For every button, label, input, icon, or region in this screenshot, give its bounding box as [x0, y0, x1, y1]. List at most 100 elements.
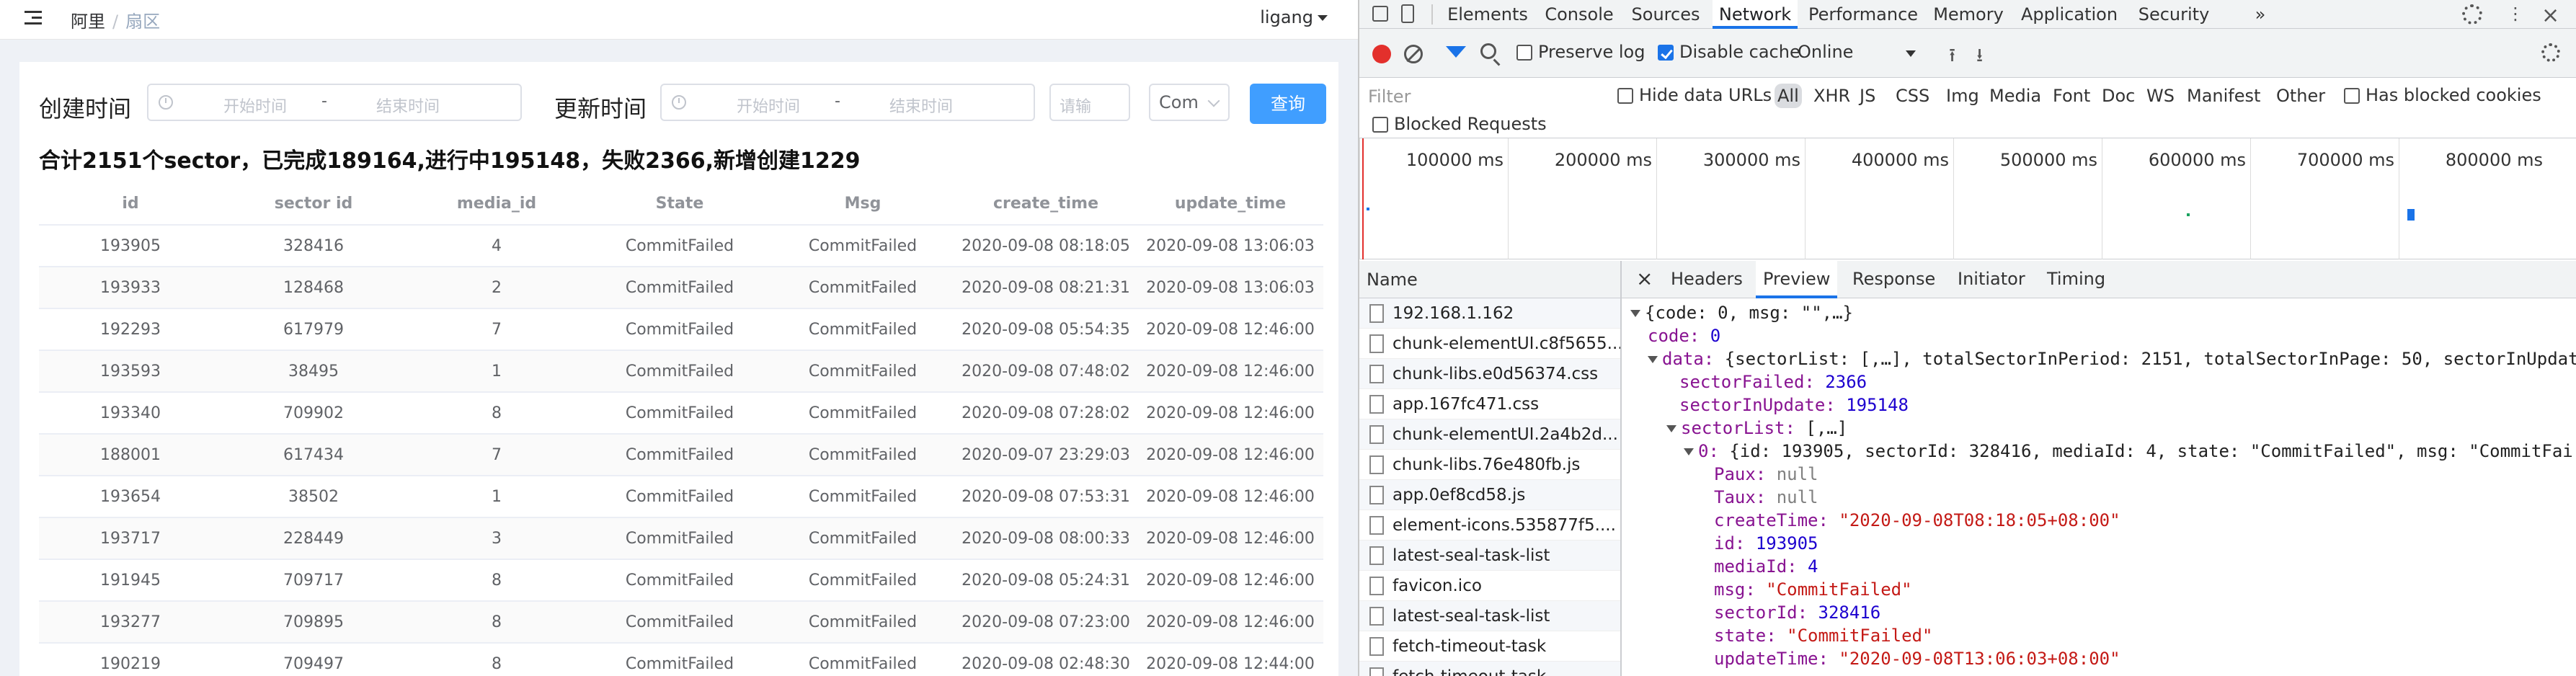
- timeline-tick: 100000 ms: [1359, 138, 1508, 259]
- state-select[interactable]: Com: [1149, 84, 1230, 121]
- type-filter-xhr[interactable]: XHR: [1811, 84, 1853, 108]
- tab-application[interactable]: Application: [2015, 0, 2123, 29]
- request-row[interactable]: 192.168.1.162: [1359, 298, 1620, 329]
- tab-timing[interactable]: Timing: [2047, 261, 2105, 298]
- request-row[interactable]: chunk-libs.76e480fb.js: [1359, 450, 1620, 480]
- json-line[interactable]: sectorList: [,…]: [1666, 417, 1847, 440]
- table-row[interactable]: 193717 228449 3 CommitFailed CommitFailed 202…: [39, 517, 1323, 560]
- cell-msg: CommitFailed: [771, 476, 954, 518]
- close-detail-icon[interactable]: ×: [1636, 261, 1653, 298]
- request-row[interactable]: fetch-timeout-task: [1359, 631, 1620, 662]
- table-row[interactable]: 193277 709895 8 CommitFailed CommitFailed 202…: [39, 601, 1323, 644]
- tab-console[interactable]: Console: [1540, 0, 1619, 29]
- network-settings-gear-icon[interactable]: [2541, 43, 2560, 62]
- tab-memory[interactable]: Memory: [1929, 0, 2008, 29]
- table-row[interactable]: 190219 709497 8 CommitFailed CommitFailed 202…: [39, 643, 1323, 676]
- kebab-menu-icon[interactable]: ⋮: [2507, 5, 2524, 22]
- request-row[interactable]: app.0ef8cd58.js: [1359, 480, 1620, 510]
- col-header-id[interactable]: id: [39, 183, 222, 226]
- clear-icon[interactable]: [1404, 45, 1423, 63]
- type-filter-css[interactable]: CSS: [1893, 84, 1932, 108]
- type-filter-doc[interactable]: Doc: [2099, 84, 2138, 108]
- cell-state: CommitFailed: [588, 601, 771, 644]
- clock-icon: [159, 95, 173, 110]
- col-header-media-id[interactable]: media_id: [405, 183, 588, 226]
- record-icon[interactable]: [1372, 45, 1391, 63]
- tab-initiator[interactable]: Initiator: [1958, 261, 2025, 298]
- throttle-select[interactable]: Online: [1798, 42, 1853, 62]
- blocked-requests-checkbox[interactable]: [1372, 117, 1388, 133]
- type-filter-js[interactable]: JS: [1857, 84, 1878, 108]
- settings-gear-icon[interactable]: [2462, 4, 2482, 25]
- cell-state: CommitFailed: [588, 434, 771, 476]
- user-menu[interactable]: ligang: [1260, 7, 1328, 27]
- preserve-log-checkbox[interactable]: [1516, 45, 1532, 61]
- tab-performance[interactable]: Performance: [1805, 0, 1922, 29]
- name-column-header[interactable]: Name: [1359, 261, 1620, 298]
- updated-time-range[interactable]: 开始时间 - 结束时间: [660, 84, 1035, 121]
- table-row[interactable]: 193933 128468 2 CommitFailed CommitFailed 202…: [39, 267, 1323, 309]
- type-filter-other[interactable]: Other: [2273, 84, 2328, 108]
- type-filter-font[interactable]: Font: [2050, 84, 2093, 108]
- type-filter-manifest[interactable]: Manifest: [2184, 84, 2263, 108]
- file-icon: [1369, 395, 1384, 414]
- sector-admin-app: 阿里 / 扇区 ligang 创建时间 开始时间 - 结束时间 更新时间 开始时间 …: [0, 0, 1358, 676]
- network-timeline-overview[interactable]: 100000 ms 200000 ms 300000 ms 400000 ms …: [1359, 138, 2576, 259]
- tab-sources[interactable]: Sources: [1626, 0, 1705, 29]
- expand-triangle-icon: [1630, 310, 1640, 317]
- breadcrumb-home[interactable]: 阿里: [71, 12, 105, 32]
- inspect-element-icon[interactable]: [1372, 6, 1388, 22]
- request-row[interactable]: chunk-libs.e0d56374.css: [1359, 359, 1620, 389]
- has-blocked-cookies-checkbox[interactable]: [2344, 88, 2360, 104]
- disable-cache-checkbox[interactable]: [1658, 45, 1674, 61]
- tab-elements[interactable]: Elements: [1444, 0, 1531, 29]
- request-row[interactable]: fetch-timeout-task: [1359, 662, 1620, 676]
- keyword-input[interactable]: 请输: [1049, 84, 1130, 121]
- filter-input[interactable]: Filter: [1368, 84, 1597, 108]
- hide-data-urls-checkbox[interactable]: [1617, 88, 1633, 104]
- filter-funnel-icon[interactable]: [1446, 46, 1466, 58]
- request-row[interactable]: chunk-elementUI.c8f5655...: [1359, 329, 1620, 359]
- hamburger-menu-icon[interactable]: [25, 11, 42, 27]
- request-row[interactable]: latest-seal-task-list: [1359, 601, 1620, 631]
- table-row[interactable]: 193905 328416 4 CommitFailed CommitFailed 202…: [39, 225, 1323, 267]
- table-row[interactable]: 193340 709902 8 CommitFailed CommitFailed 202…: [39, 392, 1323, 435]
- col-header-state[interactable]: State: [588, 183, 771, 226]
- request-row[interactable]: latest-seal-task-list: [1359, 541, 1620, 571]
- tab-preview[interactable]: Preview: [1756, 261, 1838, 298]
- tab-security[interactable]: Security: [2131, 0, 2217, 29]
- table-row[interactable]: 193654 38502 1 CommitFailed CommitFailed 2020…: [39, 476, 1323, 518]
- tab-headers[interactable]: Headers: [1671, 261, 1743, 298]
- json-line[interactable]: data: {sectorList: [,…], totalSectorInPe…: [1648, 347, 2576, 370]
- export-har-icon[interactable]: ⭳: [1976, 42, 1983, 74]
- table-row[interactable]: 188001 617434 7 CommitFailed CommitFailed 202…: [39, 434, 1323, 476]
- col-header-update-time[interactable]: update_time: [1137, 183, 1323, 226]
- type-filter-ws[interactable]: WS: [2144, 84, 2177, 108]
- col-header-sector-id[interactable]: sector id: [222, 183, 405, 226]
- preserve-log-label: Preserve log: [1538, 42, 1645, 62]
- device-toolbar-icon[interactable]: [1401, 4, 1414, 23]
- request-row[interactable]: element-icons.535877f5....: [1359, 510, 1620, 541]
- table-row[interactable]: 192293 617979 7 CommitFailed CommitFailed 202…: [39, 308, 1323, 351]
- table-row[interactable]: 191945 709717 8 CommitFailed CommitFailed 202…: [39, 559, 1323, 602]
- type-filter-img[interactable]: Img: [1943, 84, 1982, 108]
- request-row[interactable]: app.167fc471.css: [1359, 389, 1620, 419]
- col-header-create-time[interactable]: create_time: [954, 183, 1137, 226]
- import-har-icon[interactable]: ⭱: [1949, 42, 1955, 74]
- table-row[interactable]: 193593 38495 1 CommitFailed CommitFailed 2020…: [39, 350, 1323, 393]
- col-header-msg[interactable]: Msg: [771, 183, 954, 226]
- close-devtools-icon[interactable]: ×: [2541, 3, 2559, 28]
- tab-response[interactable]: Response: [1852, 261, 1935, 298]
- request-row[interactable]: favicon.ico: [1359, 571, 1620, 601]
- tab-network[interactable]: Network: [1713, 0, 1798, 29]
- json-root[interactable]: {code: 0, msg: "",…}: [1630, 301, 1853, 324]
- created-time-range[interactable]: 开始时间 - 结束时间: [147, 84, 522, 121]
- more-tabs-button[interactable]: »: [2246, 0, 2275, 29]
- query-button[interactable]: 查询: [1250, 84, 1326, 124]
- json-line[interactable]: 0: {id: 193905, sectorId: 328416, mediaI…: [1684, 440, 2573, 463]
- type-filter-all[interactable]: All: [1775, 84, 1802, 108]
- type-filter-media[interactable]: Media: [1986, 84, 2044, 108]
- request-row[interactable]: chunk-elementUI.2a4b2d...: [1359, 419, 1620, 450]
- search-icon[interactable]: [1480, 43, 1496, 59]
- cell-media-id: 7: [405, 434, 588, 476]
